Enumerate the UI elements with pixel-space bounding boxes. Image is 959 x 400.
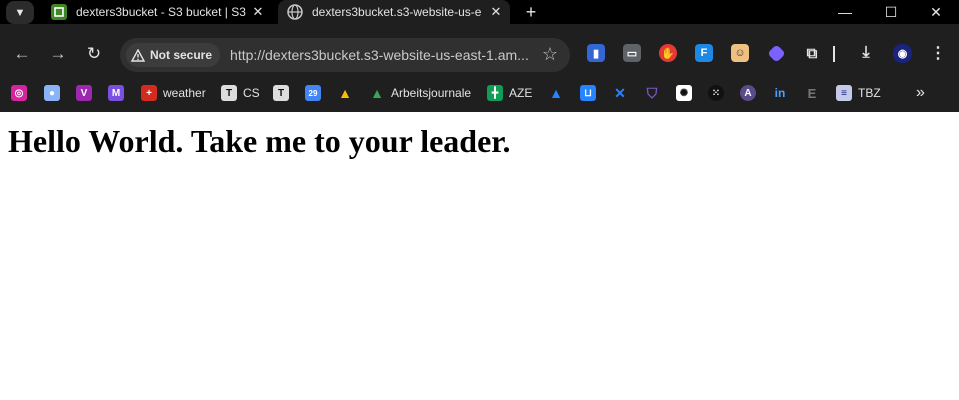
diamond-icon[interactable] [767, 44, 786, 63]
bookmark-icon[interactable]: ▮ [587, 44, 605, 62]
tie-icon: T [273, 85, 289, 101]
menu-icon[interactable]: ⋮ [929, 44, 947, 62]
bookmark-aze[interactable]: ╋ AZE [487, 83, 532, 103]
arrow-left-icon: ← [13, 44, 31, 63]
puzzle-icon[interactable]: ⧉ [803, 44, 821, 62]
translate-icon[interactable]: F [695, 44, 713, 62]
bookmark-label: AZE [509, 86, 533, 100]
bookmark-item[interactable]: ⊔ [580, 83, 596, 103]
bookmark-item[interactable]: ◎ [11, 83, 27, 103]
maximize-button[interactable]: ☐ [868, 0, 914, 24]
tab-s3-website[interactable]: dexters3bucket.s3-website-us-e ✕ [278, 0, 510, 24]
profile-icon[interactable]: ◉ [893, 44, 912, 63]
tab-title: dexters3bucket - S3 bucket | S3 [76, 5, 246, 19]
url-text[interactable]: http://dexters3bucket.s3-website-us-east… [230, 47, 530, 63]
forward-button[interactable]: → [44, 40, 72, 68]
e-icon: E [807, 85, 817, 101]
close-tab-icon[interactable]: ✕ [486, 4, 506, 20]
gmail-icon: M [108, 85, 124, 101]
bookmark-label: TBZ [858, 86, 881, 100]
bookmark-item[interactable]: ✕ [612, 83, 628, 103]
hand-icon[interactable]: ✋ [659, 44, 677, 62]
arc-icon: A [740, 85, 756, 101]
bookmark-item[interactable]: V [76, 83, 92, 103]
openai-icon: ✺ [676, 85, 692, 101]
bookmarks-bar: ◎ ● V M + weather T CS T 29 ▲ ▲ Arbeitsjour… [0, 80, 959, 104]
tab-title: dexters3bucket.s3-website-us-e [312, 5, 482, 19]
globe-icon [287, 4, 303, 20]
atlassian-icon: ▲ [549, 85, 563, 101]
security-chip[interactable]: Not secure [126, 43, 221, 67]
address-bar[interactable]: Not secure http://dexters3bucket.s3-webs… [120, 38, 570, 72]
bookmark-label: weather [163, 86, 206, 100]
bookmark-item[interactable]: ▲ [548, 83, 564, 103]
instagram-icon: ◎ [11, 85, 27, 101]
bookmark-item[interactable]: ● [44, 83, 60, 103]
avatar-ext-icon[interactable]: ☺ [731, 44, 749, 62]
bookmark-item[interactable]: M [108, 83, 124, 103]
bookmark-arbeitsjournale[interactable]: ▲ Arbeitsjournale [369, 83, 471, 103]
bookmark-item[interactable]: in [772, 83, 788, 103]
tbz-icon: ≡ [836, 85, 852, 101]
arrow-right-icon: → [49, 44, 67, 63]
page-content: Hello World. Take me to your leader. [0, 112, 959, 400]
security-label: Not secure [150, 48, 213, 62]
tab-s3-console[interactable]: dexters3bucket - S3 bucket | S3 ✕ [42, 0, 272, 24]
bitbucket-icon: ⊔ [580, 85, 596, 101]
bookmark-item[interactable]: 29 [305, 83, 321, 103]
bookmark-label: CS [243, 86, 260, 100]
calendar-icon: 29 [305, 85, 321, 101]
bookmark-item[interactable]: ✺ [676, 83, 692, 103]
bookmark-item[interactable]: E [804, 83, 820, 103]
tie-icon: T [221, 85, 237, 101]
drive-icon: ▲ [370, 85, 384, 101]
tab-search-button[interactable]: ▼ [6, 1, 34, 24]
tab-strip: ▼ dexters3bucket - S3 bucket | S3 ✕ dext… [0, 0, 959, 24]
download-icon[interactable]: ⤓ [857, 44, 875, 62]
linkedin-icon: in [774, 86, 786, 100]
bookmark-item[interactable]: A [740, 83, 756, 103]
chevron-down-icon: ▼ [14, 6, 26, 19]
bookmark-weather[interactable]: + weather [141, 83, 206, 103]
bookmark-item[interactable]: ⁙ [708, 83, 724, 103]
browser-chrome: ▼ dexters3bucket - S3 bucket | S3 ✕ dext… [0, 0, 959, 112]
reload-button[interactable]: ↻ [80, 40, 108, 68]
bookmarks-overflow-button[interactable]: » [916, 83, 925, 103]
back-button[interactable]: ← [8, 40, 36, 68]
bookmark-item[interactable]: T [273, 83, 289, 103]
drive-icon: ▲ [338, 85, 352, 101]
s3-icon [51, 4, 67, 20]
sheet-icon: ╋ [487, 85, 503, 101]
shield-icon: ⛉ [646, 84, 658, 101]
bookmark-item[interactable]: ▲ [337, 83, 353, 103]
bookmark-cs[interactable]: T CS [221, 83, 260, 103]
star-icon[interactable]: ☆ [542, 44, 558, 65]
window-close-button[interactable]: ✕ [913, 0, 959, 24]
bookmark-tbz[interactable]: ≡ TBZ [836, 83, 881, 103]
toolbar-divider [833, 46, 835, 62]
chat-icon: ● [44, 85, 60, 101]
bookmark-item[interactable]: ⛉ [644, 83, 660, 103]
dots-icon: ⁙ [708, 85, 724, 101]
swiss-icon: + [141, 85, 157, 101]
toolbar: ← → ↻ Not secure http://dexters3bucket.s… [0, 34, 959, 74]
minimize-button[interactable]: — [822, 0, 868, 24]
tabs-icon[interactable]: ▭ [623, 44, 641, 62]
warning-icon [131, 48, 145, 62]
new-tab-button[interactable]: + [520, 1, 542, 23]
close-tab-icon[interactable]: ✕ [248, 4, 268, 20]
bookmark-label: Arbeitsjournale [391, 86, 472, 100]
reload-icon: ↻ [86, 44, 102, 63]
vault-icon: V [76, 85, 92, 101]
page-heading: Hello World. Take me to your leader. [8, 123, 511, 159]
confluence-icon: ✕ [614, 84, 626, 101]
